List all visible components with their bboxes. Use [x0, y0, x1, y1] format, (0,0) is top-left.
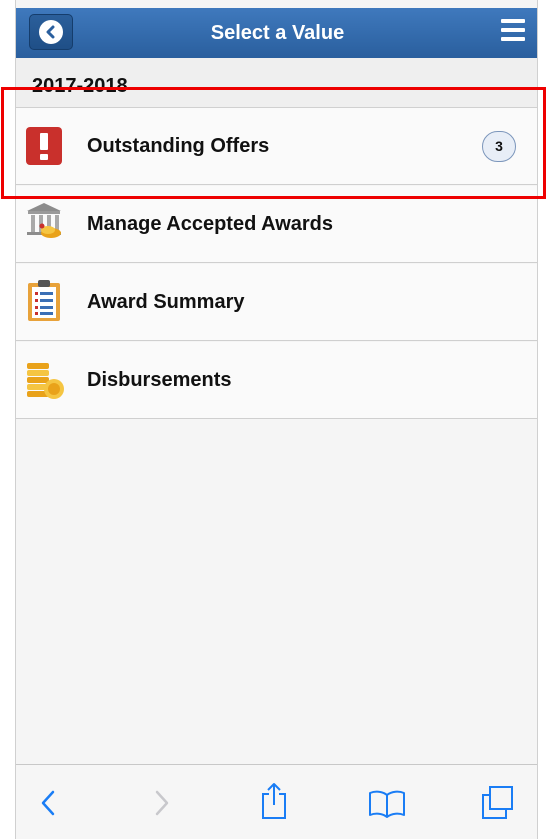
page-title: Select a Value — [210, 22, 345, 44]
list-item-award-summary[interactable]: Award Summary — [16, 264, 537, 341]
chevron-left-circle-icon — [39, 20, 63, 44]
highlight-box — [1, 87, 546, 199]
coins-stack-icon — [25, 359, 67, 401]
tabs-icon[interactable] — [480, 785, 516, 826]
bank-coins-icon — [24, 200, 64, 240]
back-chevron-icon[interactable] — [40, 789, 56, 822]
item-label: Disbursements — [87, 369, 232, 391]
share-icon[interactable] — [260, 781, 288, 826]
browser-toolbar — [16, 764, 537, 839]
list-item-disbursements[interactable]: Disbursements — [16, 342, 537, 419]
back-button[interactable] — [29, 14, 73, 50]
header-bar: Select a Value — [16, 8, 537, 59]
hamburger-menu-icon[interactable] — [501, 19, 525, 41]
clipboard-list-icon — [27, 278, 61, 322]
forward-chevron-icon[interactable] — [154, 789, 170, 822]
item-label: Award Summary — [87, 291, 245, 313]
bookmarks-icon[interactable] — [368, 789, 406, 824]
page: Select a Value 2017-2018 Outstanding Off… — [0, 0, 548, 839]
